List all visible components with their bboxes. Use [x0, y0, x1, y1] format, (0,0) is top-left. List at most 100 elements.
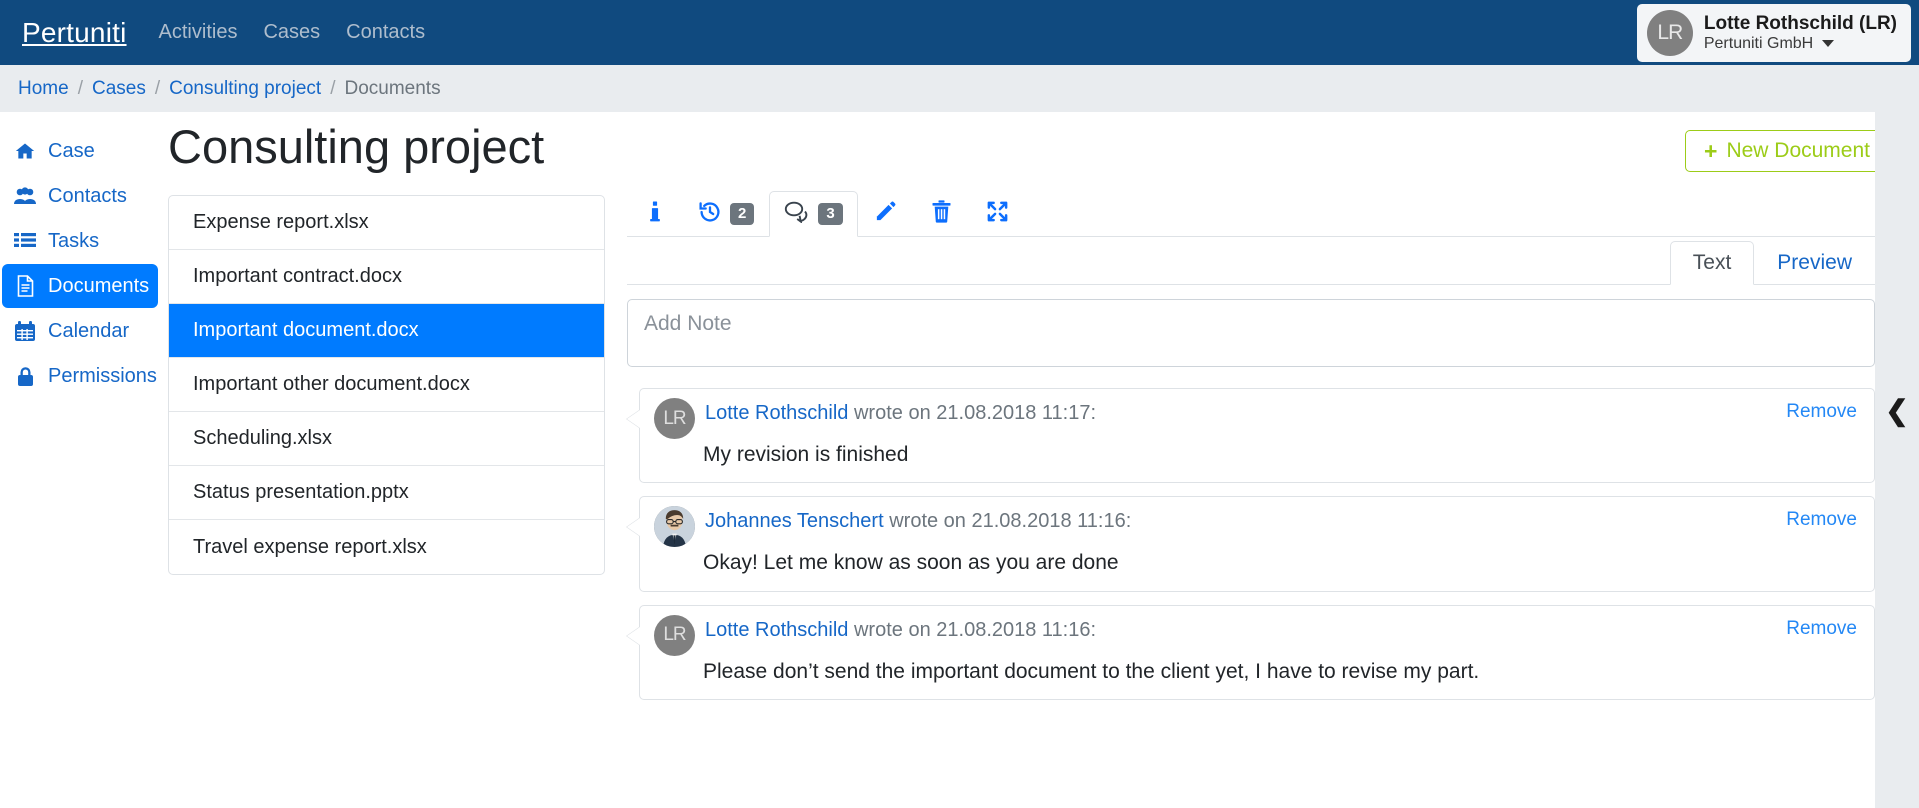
comment-card: Remove LR Lotte Rothschild wrote on 21.0…	[639, 388, 1875, 484]
comment-card: Remove Johannes Tenschert wrote on 21.08…	[639, 496, 1875, 592]
collapse-sidebar-handle[interactable]: ❮	[1875, 112, 1919, 808]
new-document-label: New Document	[1726, 139, 1870, 162]
sidebar-item-permissions[interactable]: Permissions	[2, 354, 158, 398]
user-org-row: Pertuniti GmbH	[1704, 35, 1897, 53]
list-item[interactable]: Travel expense report.xlsx	[169, 520, 604, 574]
speech-pointer-icon	[627, 626, 640, 645]
nav-item-cases[interactable]: Cases	[263, 21, 320, 44]
document-name: Important contract.docx	[193, 265, 402, 287]
list-item[interactable]: Scheduling.xlsx	[169, 412, 604, 466]
document-detail-panel: 2 3 Text Preview Add Note Remove LR Lott…	[605, 190, 1919, 713]
comment-item: Remove Johannes Tenschert wrote on 21.08…	[627, 496, 1875, 592]
chevron-down-icon[interactable]	[1822, 40, 1835, 48]
breadcrumb-item-home[interactable]: Home	[18, 78, 69, 100]
remove-comment-link[interactable]: Remove	[1786, 401, 1857, 423]
document-name: Important document.docx	[193, 319, 419, 341]
remove-comment-link[interactable]: Remove	[1786, 618, 1857, 640]
remove-comment-link[interactable]: Remove	[1786, 509, 1857, 531]
sidebar-item-tasks[interactable]: Tasks	[2, 219, 158, 263]
avatar: LR	[654, 614, 695, 656]
sidebar-item-label: Documents	[48, 274, 150, 297]
tab-preview[interactable]: Preview	[1754, 241, 1875, 285]
comment-timestamp: 21.08.2018 11:16:	[936, 618, 1097, 641]
sidebar-item-contacts[interactable]: Contacts	[2, 174, 158, 218]
users-icon	[13, 187, 37, 205]
breadcrumb-item-cases[interactable]: Cases	[92, 78, 146, 100]
expand-icon	[986, 200, 1009, 228]
user-org: Pertuniti GmbH	[1703, 34, 1814, 52]
info-icon	[648, 201, 662, 228]
user-text: Lotte Rothschild (LR) Pertuniti GmbH	[1704, 13, 1897, 53]
breadcrumb: Home / Cases / Consulting project / Docu…	[0, 65, 1919, 112]
comment-meta: Lotte Rothschild wrote on 21.08.2018 11:…	[705, 616, 1096, 643]
comment-author[interactable]: Lotte Rothschild	[705, 402, 848, 424]
comment-item: Remove LR Lotte Rothschild wrote on 21.0…	[627, 388, 1875, 484]
sidebar-item-calendar[interactable]: Calendar	[2, 309, 158, 353]
text-preview-tabs: Text Preview	[627, 237, 1875, 285]
page-body: Case Contacts Tasks Documents Calendar P…	[0, 112, 1919, 808]
tab-delete[interactable]	[914, 191, 970, 237]
tab-text[interactable]: Text	[1669, 241, 1755, 285]
calendar-icon	[13, 320, 37, 342]
tab-expand[interactable]	[970, 191, 1026, 237]
list-item[interactable]: Status presentation.pptx	[169, 466, 604, 520]
brand-logo[interactable]: Pertuniti	[22, 17, 127, 49]
sidebar-item-label: Case	[48, 139, 95, 162]
tab-edit[interactable]	[858, 191, 914, 237]
sidebar-item-documents[interactable]: Documents	[2, 264, 158, 308]
sidebar-item-label: Permissions	[48, 364, 157, 387]
list-item[interactable]: Important contract.docx	[169, 250, 604, 304]
document-name: Travel expense report.xlsx	[193, 535, 427, 558]
comment-timestamp: 21.08.2018 11:17:	[936, 402, 1097, 424]
sidebar-item-label: Contacts	[48, 184, 127, 207]
avatar: LR	[1646, 10, 1693, 56]
chevron-left-icon: ❮	[1885, 395, 1909, 426]
comment-author[interactable]: Lotte Rothschild	[705, 619, 848, 641]
list-icon	[13, 232, 37, 250]
comment-text: My revision is finished	[703, 443, 909, 466]
add-note-input[interactable]	[627, 299, 1875, 367]
breadcrumb-separator: /	[330, 77, 336, 99]
sidebar-item-case[interactable]: Case	[2, 129, 158, 173]
avatar: LR	[654, 398, 695, 439]
main-content: Consulting project + New Document Expens…	[165, 112, 1919, 808]
sidebar-item-label: Tasks	[48, 229, 100, 252]
avatar-photo	[654, 506, 695, 548]
comment-meta: Lotte Rothschild wrote on 21.08.2018 11:…	[705, 399, 1096, 426]
comment-meta: Johannes Tenschert wrote on 21.08.2018 1…	[705, 507, 1131, 534]
sidebar-item-label: Calendar	[48, 319, 130, 342]
breadcrumb-item-consulting-project[interactable]: Consulting project	[169, 78, 321, 100]
detail-tabbar: 2 3	[627, 190, 1875, 237]
document-name: Expense report.xlsx	[193, 211, 369, 233]
comment-header: LR Lotte Rothschild wrote on 21.08.2018 …	[654, 614, 1858, 656]
title-row: Consulting project + New Document	[165, 112, 1919, 190]
tab-history[interactable]: 2	[683, 191, 769, 237]
comment-wrote-label: wrote on	[853, 402, 931, 424]
breadcrumb-separator: /	[154, 77, 161, 99]
comment-wrote-label: wrote on	[853, 618, 931, 641]
nav-item-contacts[interactable]: Contacts	[346, 21, 425, 44]
comment-text: Please don’t send the important document…	[703, 659, 1480, 683]
list-item-selected[interactable]: Important document.docx	[169, 304, 604, 358]
document-name: Scheduling.xlsx	[193, 427, 332, 449]
nav-item-activities[interactable]: Activities	[159, 21, 238, 44]
document-name: Status presentation.pptx	[193, 481, 409, 503]
comment-author[interactable]: Johannes Tenschert	[705, 510, 884, 532]
user-name: Lotte Rothschild (LR)	[1703, 12, 1897, 34]
tab-info[interactable]	[627, 191, 683, 237]
trash-icon	[931, 200, 952, 228]
document-icon	[13, 275, 37, 297]
comment-header: Johannes Tenschert wrote on 21.08.2018 1…	[654, 506, 1858, 548]
list-item[interactable]: Important other document.docx	[169, 358, 604, 412]
comment-text: Okay! Let me know as soon as you are don…	[703, 551, 1119, 575]
top-navbar: Pertuniti Activities Cases Contacts LR L…	[0, 0, 1919, 65]
user-menu[interactable]: LR Lotte Rothschild (LR) Pertuniti GmbH	[1636, 4, 1911, 62]
speech-pointer-icon	[627, 410, 640, 428]
content-columns: Expense report.xlsx Important contract.d…	[165, 190, 1919, 713]
list-item[interactable]: Expense report.xlsx	[169, 196, 604, 250]
lock-icon	[13, 366, 37, 387]
comment-timestamp: 21.08.2018 11:16:	[971, 510, 1132, 533]
tab-comments[interactable]: 3	[769, 191, 858, 237]
new-document-button[interactable]: + New Document	[1685, 130, 1889, 172]
document-name: Important other document.docx	[193, 373, 470, 395]
